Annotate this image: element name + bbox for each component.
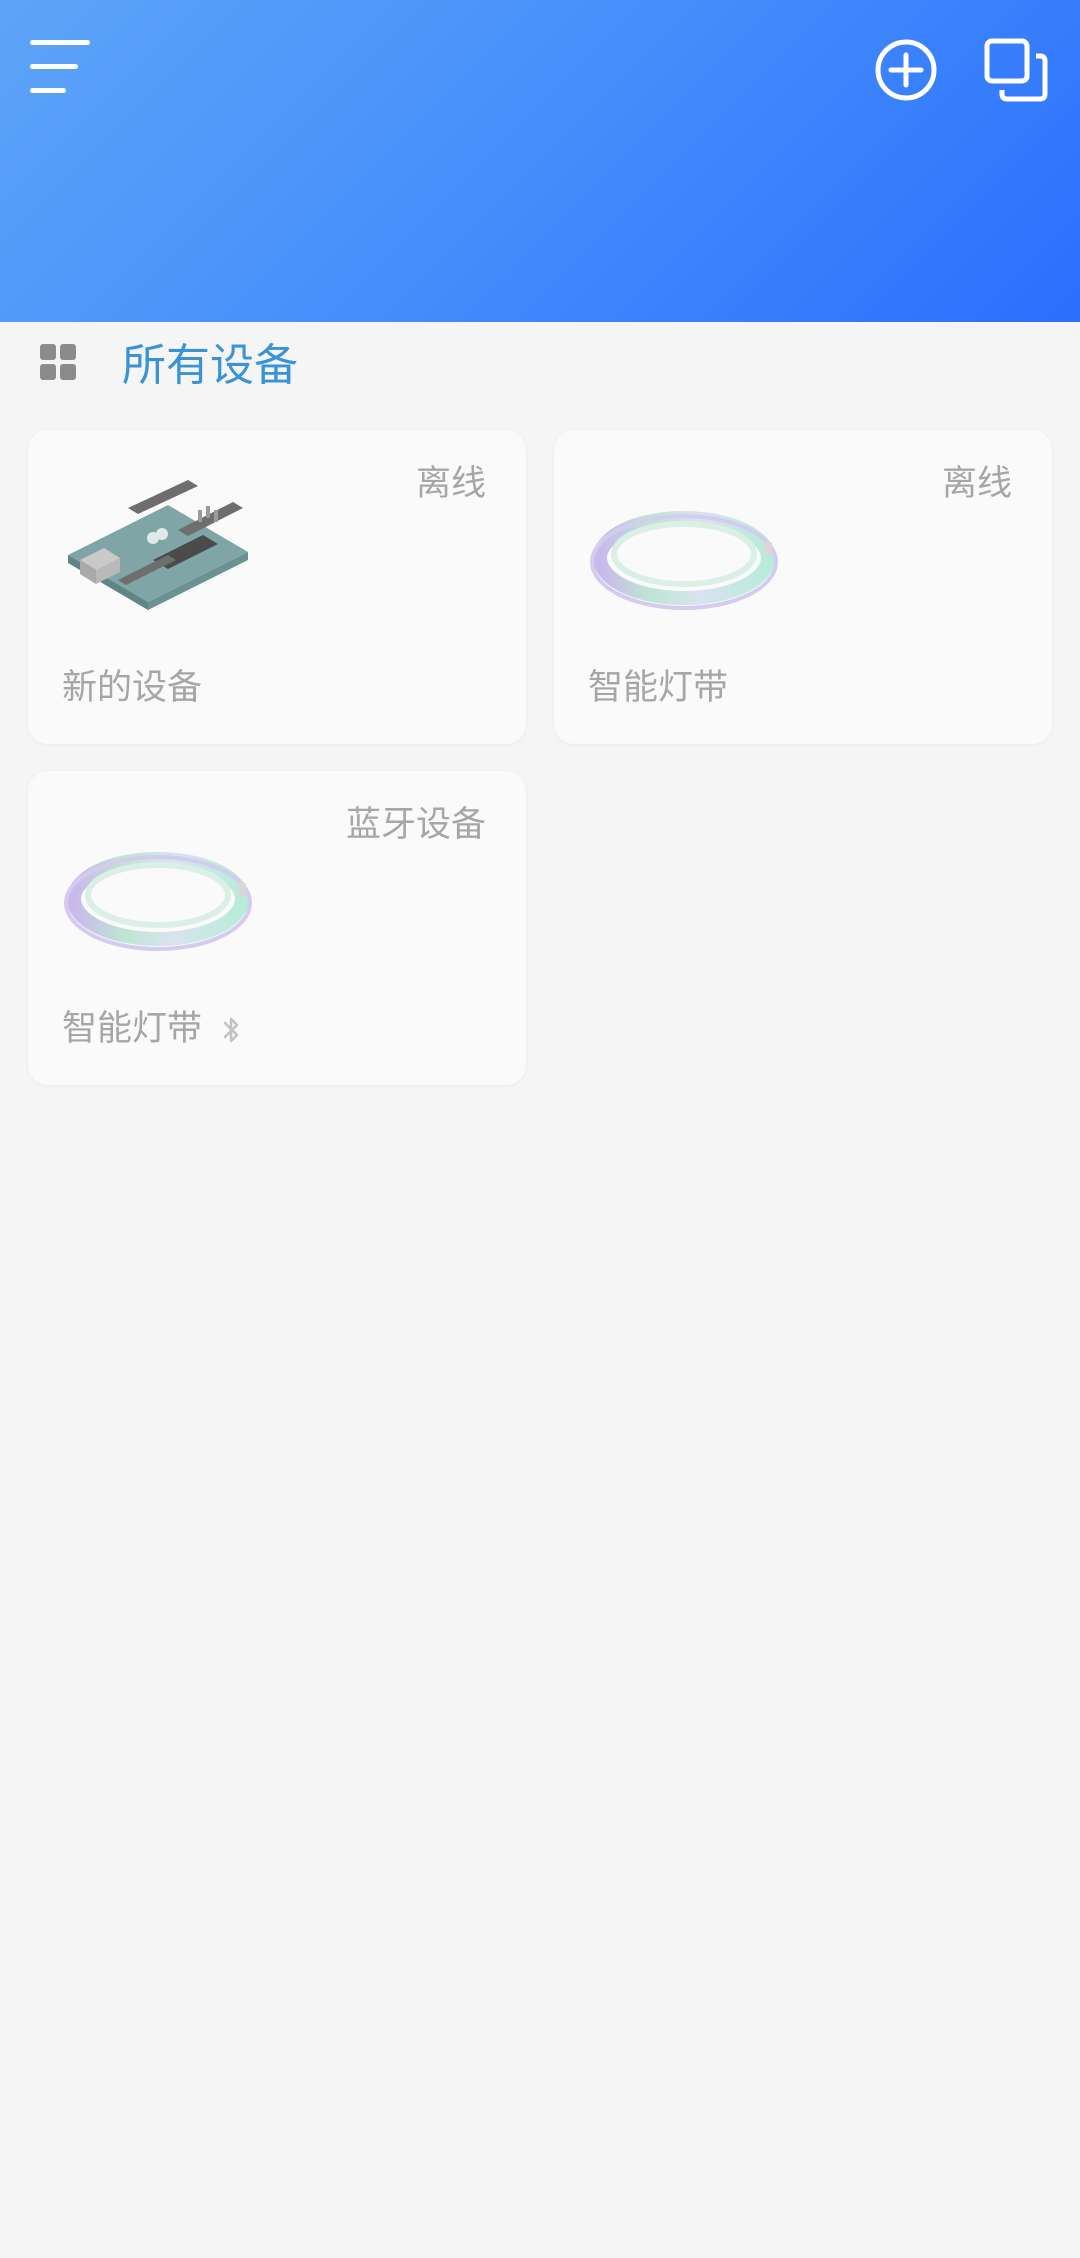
led-strip-image [590,511,778,610]
copy-squares-icon [984,38,1048,102]
device-card[interactable]: 蓝牙设备 智能灯带 [28,771,526,1085]
device-card[interactable]: 离线 智能灯带 [554,430,1052,744]
device-name-row: 智能灯带 [62,1005,241,1053]
led-strip-image [64,852,252,951]
header-bar [0,0,1080,322]
device-name: 智能灯带 [62,1009,203,1049]
device-status: 离线 [941,464,1012,504]
device-status: 蓝牙设备 [345,805,486,845]
section-title[interactable]: 所有设备 [122,336,298,396]
device-card[interactable]: 离线 新的设备 [28,430,526,744]
grid-icon[interactable] [40,344,76,380]
copy-button[interactable] [984,38,1048,102]
device-name: 智能灯带 [588,668,729,708]
arduino-board-image [68,480,248,610]
section-header: 所有设备 [0,322,1080,412]
device-status: 离线 [415,464,486,504]
add-device-button[interactable] [874,38,938,102]
plus-circle-icon [875,39,937,101]
hamburger-menu-icon[interactable] [30,40,90,93]
device-name: 新的设备 [62,668,203,708]
bluetooth-icon [223,1017,239,1043]
